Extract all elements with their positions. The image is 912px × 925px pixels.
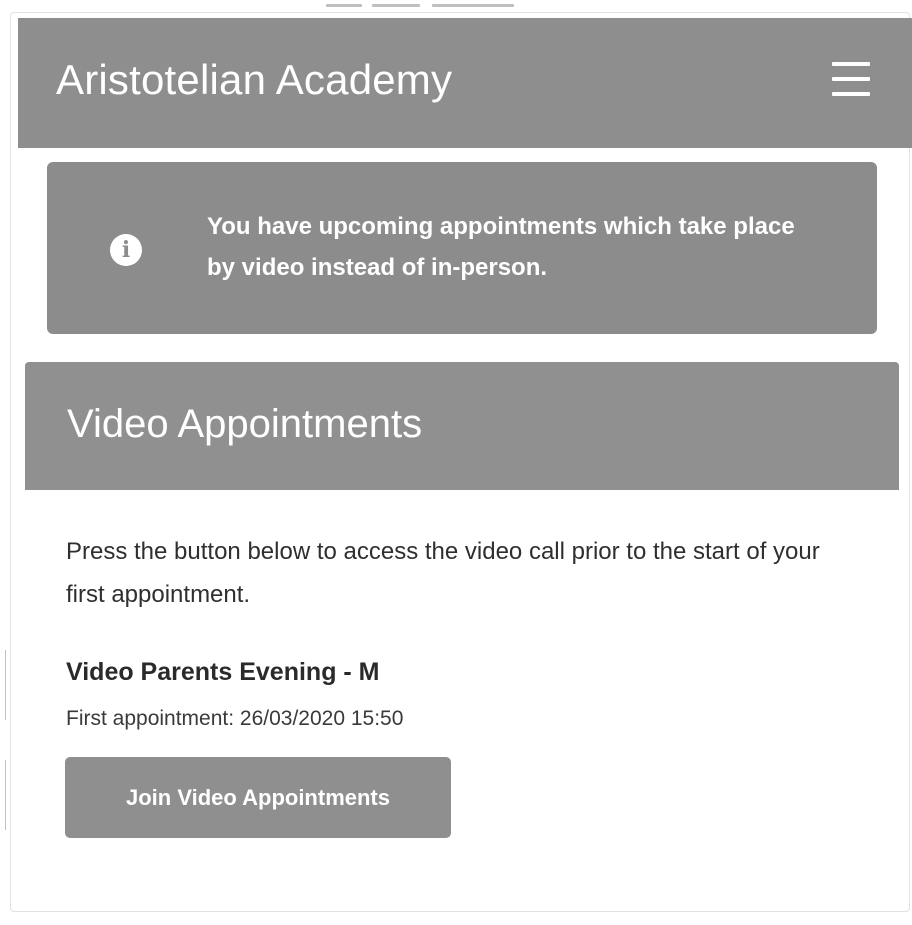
app-title: Aristotelian Academy — [56, 56, 453, 103]
scan-artifact — [5, 650, 6, 720]
video-appointments-body: Press the button below to access the vid… — [25, 490, 899, 890]
page: Aristotelian Academy i You have upcoming… — [0, 0, 912, 925]
join-video-appointments-button[interactable]: Join Video Appointments — [65, 757, 451, 838]
scan-artifact — [5, 760, 6, 830]
first-appointment-time: First appointment: 26/03/2020 15:50 — [66, 707, 404, 730]
instructions-text: Press the button below to access the vid… — [66, 538, 820, 608]
menu-bar — [832, 92, 870, 96]
hamburger-menu-icon[interactable] — [832, 62, 872, 96]
video-appointments-header: Video Appointments — [25, 362, 899, 490]
event-title: Video Parents Evening - M — [66, 658, 380, 686]
scan-artifact — [372, 4, 420, 7]
top-navbar: Aristotelian Academy — [18, 18, 912, 148]
scan-artifact — [326, 4, 362, 7]
card-title: Video Appointments — [67, 402, 423, 446]
alert-message: You have upcoming appointments which tak… — [207, 213, 795, 281]
info-icon: i — [110, 234, 142, 266]
scan-artifact — [432, 4, 514, 7]
menu-bar — [832, 62, 870, 66]
menu-bar — [832, 77, 870, 81]
info-alert: i You have upcoming appointments which t… — [47, 162, 877, 334]
